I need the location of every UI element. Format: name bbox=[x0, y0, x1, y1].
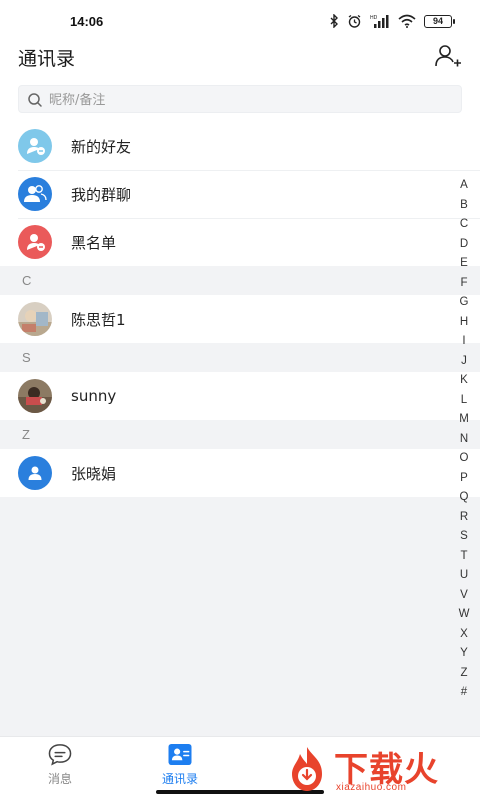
page-title: 通讯录 bbox=[18, 48, 76, 70]
group-chats-item[interactable]: 我的群聊 bbox=[0, 170, 480, 218]
index-letter[interactable]: # bbox=[461, 683, 467, 703]
index-letter[interactable]: G bbox=[460, 293, 469, 313]
section-header-c: C bbox=[0, 266, 480, 295]
contacts-icon bbox=[168, 743, 192, 766]
flame-download-icon bbox=[292, 747, 322, 791]
contact-row[interactable]: 张晓娟 bbox=[0, 449, 480, 497]
watermark-logo: 下载火 xiazaihuo.com bbox=[282, 742, 472, 796]
tab-contacts-label: 通讯录 bbox=[161, 772, 198, 786]
index-letter[interactable]: E bbox=[460, 254, 468, 274]
index-letter[interactable]: D bbox=[460, 235, 468, 255]
tab-messages[interactable]: 消息 bbox=[20, 743, 100, 787]
alarm-icon bbox=[348, 14, 361, 28]
index-letter[interactable]: H bbox=[460, 313, 468, 333]
contact-row[interactable]: 陈思哲1 bbox=[0, 295, 480, 343]
section-header-z: Z bbox=[0, 420, 480, 449]
search-box[interactable] bbox=[18, 85, 462, 113]
index-letter[interactable]: Y bbox=[460, 644, 468, 664]
bluetooth-icon bbox=[330, 14, 338, 28]
index-letter[interactable]: R bbox=[460, 508, 468, 528]
contact-name: sunny bbox=[71, 387, 117, 405]
index-letter[interactable]: X bbox=[460, 625, 468, 645]
new-friends-item[interactable]: 新的好友 bbox=[0, 122, 480, 170]
photo-avatar bbox=[18, 302, 52, 336]
status-icons: HD 94 bbox=[329, 13, 455, 29]
new-friends-label: 新的好友 bbox=[71, 137, 132, 156]
contact-row[interactable]: sunny bbox=[0, 372, 480, 420]
default-avatar bbox=[18, 456, 52, 490]
index-letter[interactable]: C bbox=[460, 215, 468, 235]
signal-icon: HD bbox=[370, 15, 389, 28]
group-chats-label: 我的群聊 bbox=[71, 185, 132, 204]
contact-list: 新的好友 我的群聊 黑名单 C 陈思哲1 S sunny Z 张晓娟 bbox=[0, 122, 480, 497]
index-letter[interactable]: N bbox=[460, 430, 468, 450]
index-letter[interactable]: T bbox=[460, 547, 467, 567]
index-letter[interactable]: O bbox=[460, 449, 469, 469]
header: 通讯录 bbox=[0, 40, 480, 78]
index-letter[interactable]: I bbox=[462, 332, 465, 352]
new-friend-icon bbox=[18, 129, 52, 163]
index-letter[interactable]: P bbox=[460, 469, 468, 489]
svg-text:HD: HD bbox=[370, 15, 378, 21]
alphabet-index[interactable]: A B C D E F G H I J K L M N O P Q R S T … bbox=[458, 176, 470, 703]
search-icon bbox=[28, 93, 42, 107]
blacklist-icon bbox=[18, 225, 52, 259]
battery-icon: 94 bbox=[424, 14, 455, 28]
blacklist-label: 黑名单 bbox=[71, 233, 117, 252]
wifi-icon bbox=[398, 14, 416, 28]
watermark-url: xiazaihuo.com bbox=[336, 782, 407, 793]
group-chat-icon bbox=[18, 177, 52, 211]
status-bar: 14:06 HD 94 bbox=[0, 0, 480, 40]
search-input[interactable] bbox=[49, 89, 449, 111]
message-icon bbox=[48, 744, 72, 766]
battery-level: 94 bbox=[432, 16, 443, 26]
index-letter[interactable]: W bbox=[459, 605, 470, 625]
tab-messages-label: 消息 bbox=[47, 772, 72, 786]
index-letter[interactable]: F bbox=[460, 274, 467, 294]
section-header-s: S bbox=[0, 343, 480, 372]
index-letter[interactable]: Z bbox=[460, 664, 467, 684]
index-letter[interactable]: J bbox=[461, 352, 467, 372]
index-letter[interactable]: A bbox=[460, 176, 468, 196]
contact-name: 陈思哲1 bbox=[71, 310, 126, 329]
index-letter[interactable]: K bbox=[460, 371, 468, 391]
index-letter[interactable]: M bbox=[459, 410, 469, 430]
index-letter[interactable]: Q bbox=[460, 488, 469, 508]
tab-contacts[interactable]: 通讯录 bbox=[140, 743, 220, 787]
search-area bbox=[0, 78, 480, 122]
add-friend-icon[interactable] bbox=[434, 42, 462, 70]
blacklist-item[interactable]: 黑名单 bbox=[0, 218, 480, 266]
index-letter[interactable]: B bbox=[460, 196, 468, 216]
status-time: 14:06 bbox=[70, 14, 104, 29]
index-letter[interactable]: L bbox=[461, 391, 467, 411]
contact-name: 张晓娟 bbox=[71, 464, 117, 483]
index-letter[interactable]: U bbox=[460, 566, 468, 586]
index-letter[interactable]: V bbox=[460, 586, 468, 606]
photo-avatar bbox=[18, 379, 52, 413]
index-letter[interactable]: S bbox=[460, 527, 468, 547]
